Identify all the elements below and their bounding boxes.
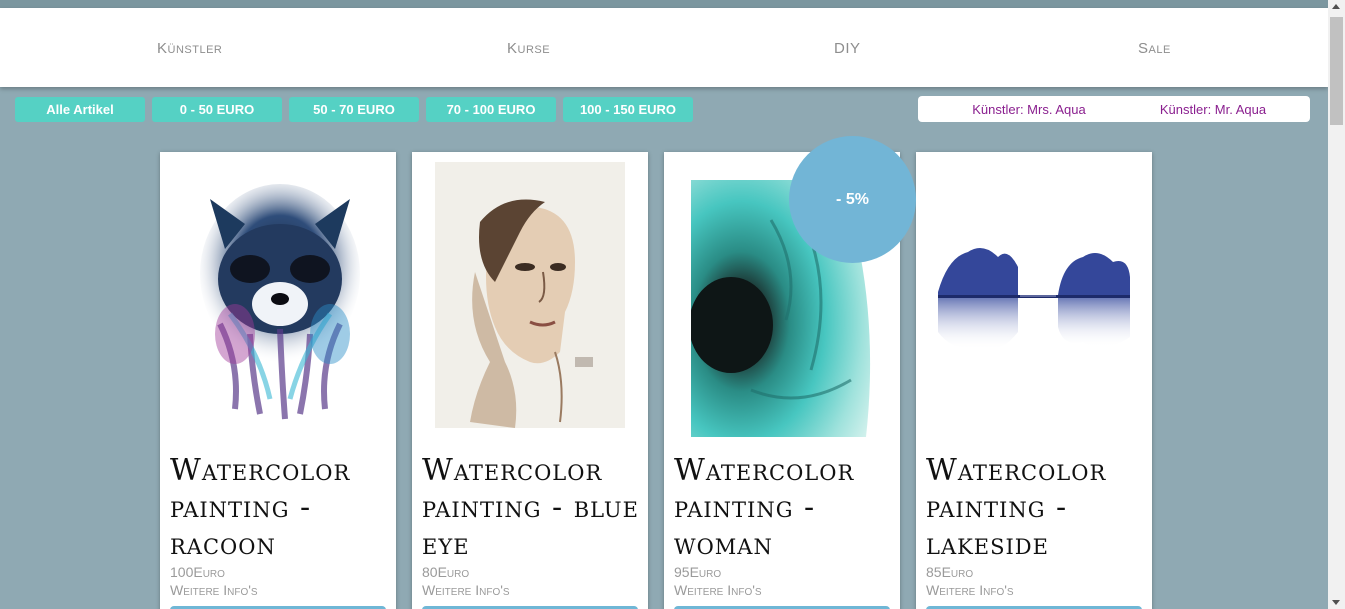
racoon-painting-image[interactable] [190, 164, 370, 424]
more-info-link[interactable]: Weitere Info's [674, 582, 762, 598]
nav-item-kuenstler[interactable]: Künstler [157, 40, 222, 57]
product-title[interactable]: Watercolor painting - racoon [170, 452, 390, 563]
product-title[interactable]: Watercolor painting - blue eye [422, 452, 642, 563]
filter-all-button[interactable]: Alle Artikel [15, 97, 145, 122]
racoon-painting-icon [190, 164, 370, 424]
woman-portrait-painting-image[interactable] [435, 162, 625, 428]
more-info-link[interactable]: Weitere Info's [926, 582, 1014, 598]
vertical-scrollbar[interactable] [1328, 0, 1345, 609]
product-price: 100Euro [170, 564, 225, 580]
woman-portrait-painting-icon [435, 162, 625, 428]
filter-50-70-button[interactable]: 50 - 70 EURO [289, 97, 419, 122]
product-card-blue-eye[interactable]: Watercolor painting - blue eye 80Euro We… [412, 152, 648, 609]
nav-item-sale[interactable]: Sale [1138, 40, 1171, 57]
more-info-link[interactable]: Weitere Info's [422, 582, 510, 598]
filter-artist-mrs-aqua-button[interactable]: Künstler: Mrs. Aqua [918, 96, 1140, 122]
filter-70-100-button[interactable]: 70 - 100 EURO [426, 97, 556, 122]
product-price: 80Euro [422, 564, 470, 580]
product-card-lakeside[interactable]: Watercolor painting - lakeside 85Euro We… [916, 152, 1152, 609]
product-card-racoon[interactable]: Watercolor painting - racoon 100Euro Wei… [160, 152, 396, 609]
product-price: 85Euro [926, 564, 974, 580]
product-title[interactable]: Watercolor painting - woman [674, 452, 894, 563]
lakeside-painting-icon [938, 237, 1130, 362]
nav-item-kurse[interactable]: Kurse [507, 40, 550, 57]
more-info-link[interactable]: Weitere Info's [170, 582, 258, 598]
top-strip [0, 0, 1328, 8]
scrollbar-thumb[interactable] [1330, 17, 1343, 125]
main-nav: Künstler Kurse DIY Sale [0, 8, 1328, 87]
scroll-down-arrow-icon[interactable] [1332, 600, 1340, 605]
filter-artist-mr-aqua-button[interactable]: Künstler: Mr. Aqua [1116, 96, 1310, 122]
filter-0-50-button[interactable]: 0 - 50 EURO [152, 97, 282, 122]
filter-100-150-button[interactable]: 100 - 150 EURO [563, 97, 693, 122]
nav-item-diy[interactable]: DIY [834, 40, 861, 57]
product-price: 95Euro [674, 564, 722, 580]
sale-badge: - 5% [789, 136, 916, 263]
product-title[interactable]: Watercolor painting - lakeside [926, 452, 1146, 563]
scroll-up-arrow-icon[interactable] [1332, 4, 1340, 9]
lakeside-painting-image[interactable] [938, 237, 1130, 362]
